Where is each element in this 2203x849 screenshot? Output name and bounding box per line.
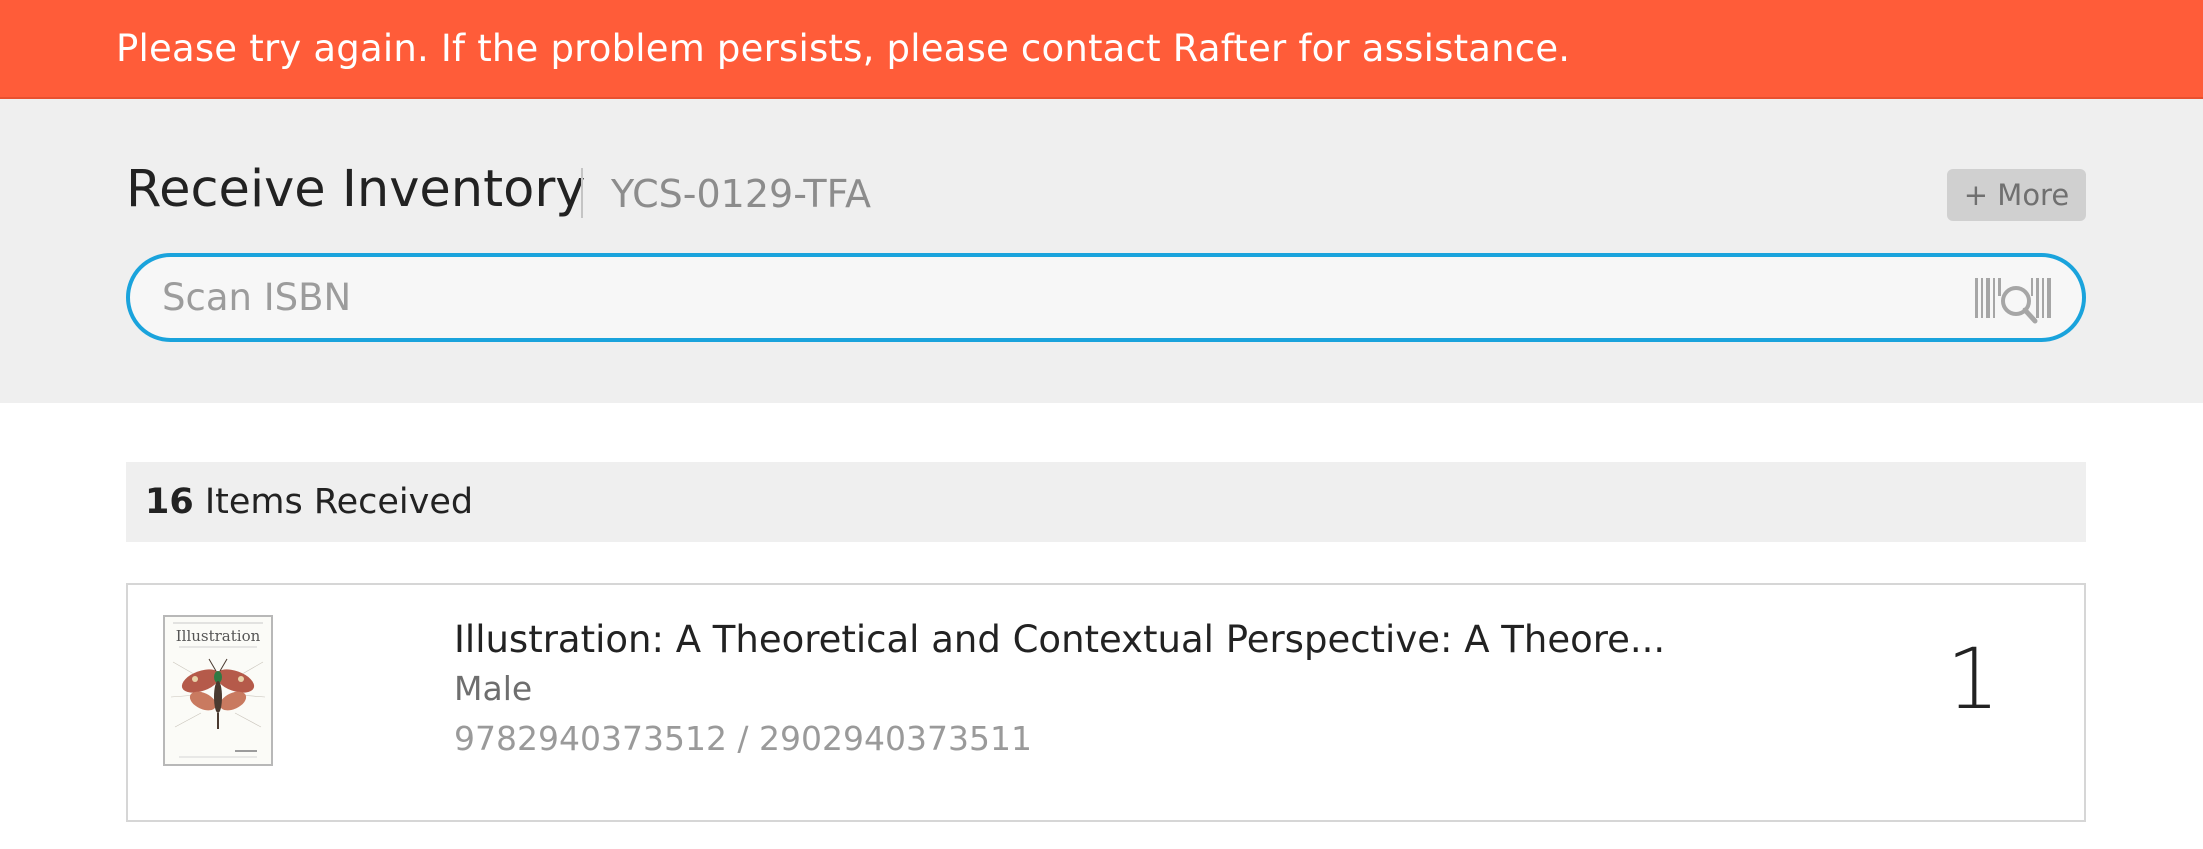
received-item-card[interactable]: Illustration Illustration: A Theoretical… xyxy=(126,583,2086,822)
book-cover-title: Illustration xyxy=(176,627,261,645)
header-panel xyxy=(0,99,2203,403)
scan-isbn-input[interactable] xyxy=(162,257,1962,338)
item-isbn-numbers: 9782940373512 / 2902940373511 xyxy=(454,719,1032,758)
page-title: Receive Inventory xyxy=(126,160,586,219)
title-divider xyxy=(581,168,583,218)
alert-message: Please try again. If the problem persist… xyxy=(116,27,1571,70)
item-subtitle: Male xyxy=(454,669,533,708)
book-cover-illustration: Illustration xyxy=(165,617,271,764)
scan-isbn-box[interactable] xyxy=(126,253,2086,342)
book-cover-image: Illustration xyxy=(163,615,273,766)
items-received-count: 16 xyxy=(145,482,194,522)
error-alert-banner: Please try again. If the problem persist… xyxy=(0,0,2203,99)
barcode-scan-icon[interactable] xyxy=(1975,276,2055,324)
po-number: YCS-0129-TFA xyxy=(611,172,872,216)
items-received-summary: 16 Items Received xyxy=(126,462,2086,542)
items-received-label: Items Received xyxy=(193,482,474,522)
item-title[interactable]: Illustration: A Theoretical and Contextu… xyxy=(454,617,1665,663)
items-received-text: 16 Items Received xyxy=(145,480,473,524)
more-button[interactable]: + More xyxy=(1947,169,2086,221)
item-quantity: 1 xyxy=(1946,630,2000,728)
